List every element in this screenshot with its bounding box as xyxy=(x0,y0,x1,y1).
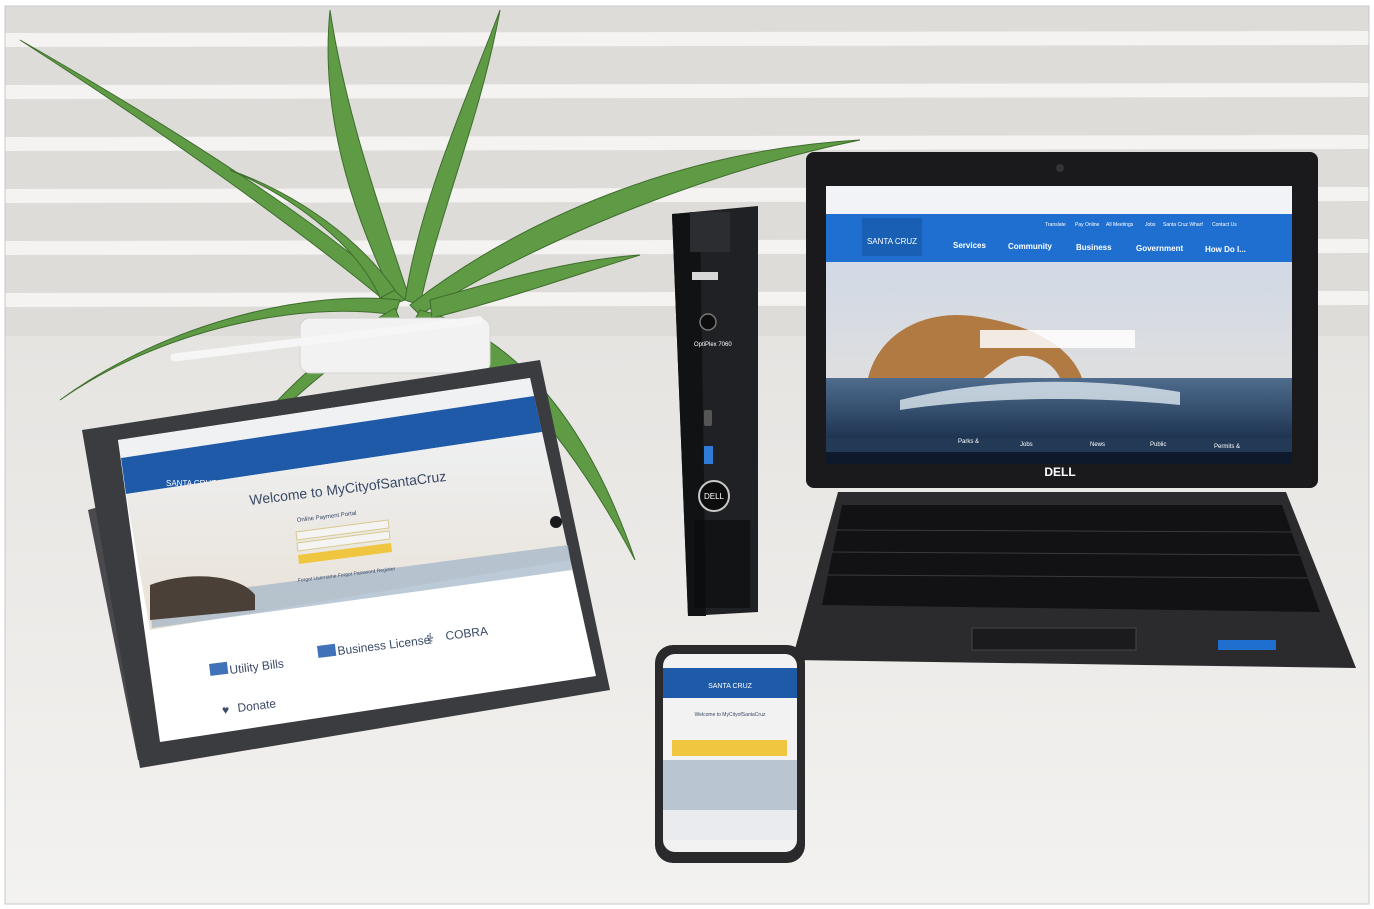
laptop: SANTA CRUZ Translate Pay Online All Meet… xyxy=(792,152,1356,668)
phone-logo: SANTA CRUZ xyxy=(708,683,753,690)
site-top-link[interactable]: Translate xyxy=(1045,222,1066,228)
nav-how-do-i[interactable]: How Do I... xyxy=(1205,245,1246,254)
phone-welcome-title: Welcome to MyCityofSantaCruz xyxy=(695,712,766,718)
tile-label[interactable]: News xyxy=(1090,442,1105,448)
site-top-link[interactable]: Pay Online xyxy=(1075,222,1100,228)
laptop-brand-logo: DELL xyxy=(1044,465,1075,479)
donate-icon: ♥ xyxy=(222,703,229,717)
phone-sign-in-button[interactable] xyxy=(672,740,787,756)
nav-business[interactable]: Business xyxy=(1076,243,1112,252)
id-card-icon xyxy=(317,643,337,658)
minipc-brand-logo: DELL xyxy=(704,492,725,501)
tile-label[interactable]: Parks & xyxy=(958,439,979,445)
laptop-screen: SANTA CRUZ Translate Pay Online All Meet… xyxy=(826,186,1292,464)
desk-scene: OptiPlex 7060 DELL SANTA CRUZ Translate … xyxy=(4,5,1370,905)
trackpad[interactable] xyxy=(971,627,1137,651)
windows-taskbar[interactable] xyxy=(826,452,1292,464)
tile-label[interactable]: Permits & xyxy=(1214,444,1240,450)
phone: SANTA CRUZ Welcome to MyCityofSantaCruz xyxy=(655,645,805,863)
site-top-link[interactable]: Contact Us xyxy=(1212,222,1237,228)
credit-card-icon xyxy=(208,661,229,676)
nav-services[interactable]: Services xyxy=(953,241,986,250)
svg-text:SANTA CRUZ: SANTA CRUZ xyxy=(867,237,917,246)
site-top-link[interactable]: All Meetings xyxy=(1106,222,1134,228)
tile-label[interactable]: Jobs xyxy=(1020,442,1033,448)
keyboard[interactable] xyxy=(822,505,1320,612)
site-top-link[interactable]: Santa Cruz Wharf xyxy=(1163,222,1203,228)
home-button[interactable] xyxy=(550,516,562,528)
tile-label[interactable]: Public xyxy=(1150,442,1166,448)
site-top-link[interactable]: Jobs xyxy=(1145,222,1156,228)
stethoscope-icon: ⚕ xyxy=(426,631,434,648)
search-box[interactable] xyxy=(980,330,1135,348)
nav-government[interactable]: Government xyxy=(1136,244,1183,253)
nav-community[interactable]: Community xyxy=(1008,242,1053,251)
minipc-model: OptiPlex 7060 xyxy=(694,342,732,348)
